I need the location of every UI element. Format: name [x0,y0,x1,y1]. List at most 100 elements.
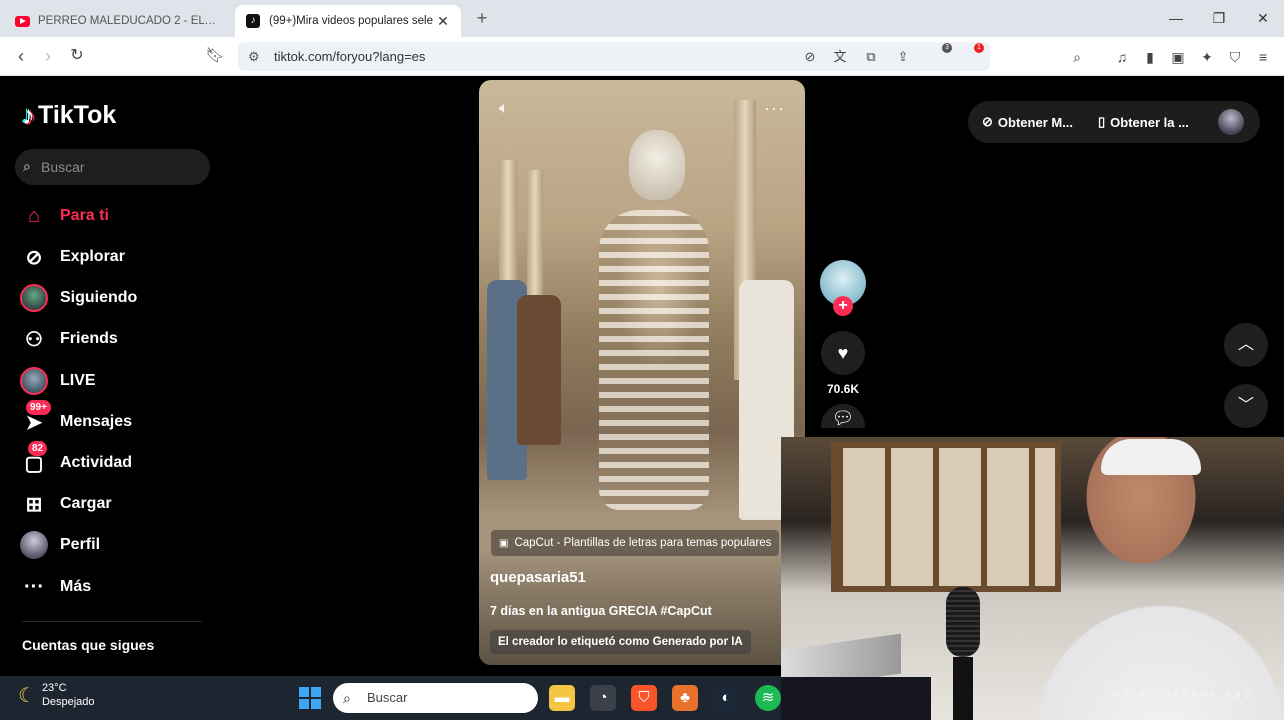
steam-icon[interactable]: ◐ [713,685,739,711]
video-author[interactable]: quepasaria51 [490,569,586,586]
following-accounts-title: Cuentas que sigues [22,637,155,653]
close-window-button[interactable]: ✕ [1248,8,1278,28]
sidebar-item-perfil[interactable]: Perfil [18,528,100,562]
site-settings-icon[interactable]: ⚙ [248,49,260,65]
nav-label: Cargar [60,495,112,512]
spotify-icon[interactable]: ≋ [755,685,781,711]
video-scene [517,295,561,445]
nav-label: Para ti [60,207,109,224]
home-icon: ⌂ [27,204,41,227]
next-video-button[interactable]: ﹀ [1224,384,1268,428]
tab-tiktok[interactable]: ♪ (99+)Mira videos populares sele ✕ [235,5,461,37]
like-button[interactable]: ♥ [821,331,865,375]
menu-icon[interactable]: ≡ [1252,46,1274,68]
bookmark-icon[interactable]: 🔖︎ [203,45,227,69]
reload-button[interactable]: ↻ [65,45,89,69]
brave-browser-icon[interactable]: ⛉ [631,685,657,711]
video-description: 7 días en la antigua GRECIA #CapCut [490,604,712,618]
sidebar-item-friends[interactable]: ⚇ Friends [18,322,118,356]
search-input[interactable] [41,157,201,177]
video-player[interactable]: 🔈︎ ··· ▣ CapCut - Plantillas de letras p… [479,80,805,665]
sidebar-item-explorar[interactable]: ⊘ Explorar [18,240,125,274]
brave-rewards-icon[interactable]: 1 [960,43,984,66]
capcut-label: CapCut - Plantillas de letras para temas… [514,537,772,549]
forward-button[interactable]: › [36,45,60,69]
capcut-icon: ▣ [499,537,509,549]
search-icon: ⌕ [23,158,31,174]
nav-label: Siguiendo [60,289,138,306]
open-external-icon[interactable]: ⧉ [861,47,881,67]
like-count: 70.6K [826,382,860,396]
search-box[interactable]: ⌕ [15,149,210,185]
webcam-overlay: using dressy app [781,437,1284,720]
sidebar-item-live[interactable]: LIVE [18,364,96,398]
moon-icon: ☾ [18,684,36,707]
brave-shield-icon[interactable]: 3 [928,43,952,66]
tab-title: (99+)Mira videos populares sele [269,15,433,27]
browser-tab-bar: PERREO MALEDUCADO 2 - EL SHURA ♪ (99+)Mi… [0,0,1284,37]
address-bar[interactable]: ⚙ tiktok.com/foryou?lang=es ⊘ 文 ⧉ ⇪ 3 1 [238,42,990,71]
get-mobile-app-label: Obtener la ... [1110,114,1189,130]
weather-condition: Despejado [41,696,95,708]
upload-icon: ⊞ [25,493,43,516]
browser-toolbar: ‹ › ↻ 🔖︎ ⚙ tiktok.com/foryou?lang=es ⊘ 文… [0,37,1284,76]
vpn-icon[interactable]: ⛉ [1224,46,1246,68]
no-translate-icon[interactable]: ⊘ [800,47,820,67]
nav-label: Explorar [60,248,125,265]
nav-label: Friends [60,330,118,347]
tiktok-logo[interactable]: ♪ TikTok [22,100,116,131]
nav-label: Perfil [60,536,101,553]
url-text: tiktok.com/foryou?lang=es [274,49,426,64]
sidebar-item-siguiendo[interactable]: Siguiendo [18,281,137,315]
new-tab-button[interactable]: + [472,8,492,28]
nav-label: Actividad [60,454,133,471]
leo-ai-icon[interactable]: ✦ [1196,46,1218,68]
get-app-button[interactable]: ⊘ Obtener M... [982,101,1073,143]
tab-youtube[interactable]: PERREO MALEDUCADO 2 - EL SHURA [4,5,228,37]
sidebar-item-mas[interactable]: ··· Más [18,570,91,604]
volume-icon[interactable]: 🔈︎ [499,100,509,118]
following-avatar-icon [18,282,50,314]
nav-label: LIVE [60,372,96,389]
webcam-scene [1101,439,1201,475]
translate-icon[interactable]: 文 [830,47,850,67]
youtube-icon [14,13,30,29]
temperature: 23°C [41,682,67,694]
tab-search-icon[interactable]: ⌕ [1066,46,1088,68]
top-actions-bar: ⊘ Obtener M... ▯ Obtener la ... [968,101,1260,143]
taskbar-search-placeholder: Buscar [367,690,408,705]
close-icon[interactable]: ✕ [435,13,451,30]
previous-video-button[interactable]: ︿ [1224,323,1268,367]
capcut-template-link[interactable]: ▣ CapCut - Plantillas de letras para tem… [491,530,780,556]
activity-icon: ▢ 82 [18,441,50,479]
sidebar-icon[interactable]: ▮ [1139,46,1161,68]
skeleton-figure [629,130,685,200]
sidebar-item-para-ti[interactable]: ⌂ Para ti [18,199,109,233]
sidebar-divider [22,621,202,622]
back-button[interactable]: ‹ [9,45,33,69]
share-icon[interactable]: ⇪ [893,47,913,67]
user-avatar[interactable] [1218,109,1244,135]
logo-text: TikTok [38,101,117,129]
comment-button[interactable]: 💬︎ [821,404,865,428]
minimize-button[interactable]: — [1161,8,1191,28]
fl-studio-icon[interactable]: ♣ [672,685,698,711]
more-options-icon[interactable]: ··· [764,98,785,119]
weather-widget[interactable]: ☾ 23°C Despejado [18,682,95,708]
webcam-person [1011,437,1284,720]
tab-title: PERREO MALEDUCADO 2 - EL SHURA [38,15,218,27]
wallet-icon[interactable]: ▣ [1167,46,1189,68]
tiktok-note-icon: ♪ [22,100,35,130]
sidebar-item-mensajes[interactable]: ➤ 99+ Mensajes [18,400,133,439]
nav-label: Mensajes [60,413,133,430]
sidebar-item-cargar[interactable]: ⊞ Cargar [18,487,112,521]
music-icon[interactable]: ♫ [1111,46,1133,68]
restore-button[interactable]: ❐ [1204,8,1234,28]
follow-plus-icon[interactable]: + [833,296,853,316]
windows-start-icon[interactable] [299,687,321,709]
sidebar-item-actividad[interactable]: ▢ 82 Actividad [18,441,133,480]
get-mobile-app-button[interactable]: ▯ Obtener la ... [1098,101,1189,143]
file-explorer-icon[interactable]: ▬ [549,685,575,711]
app-icon[interactable]: ◔ [590,685,616,711]
taskbar-search[interactable]: ⌕ Buscar [333,683,538,713]
